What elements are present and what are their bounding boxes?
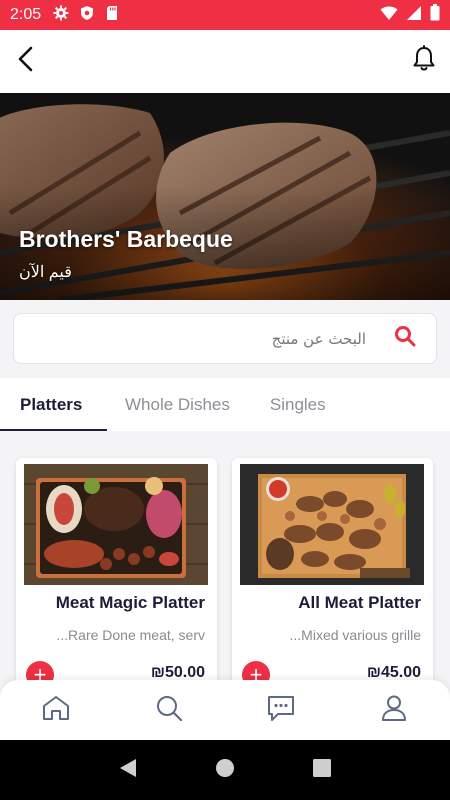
product-name: All Meat Platter (298, 593, 421, 612)
bell-icon[interactable] (412, 45, 436, 78)
product-name: Meat Magic Platter (55, 593, 205, 612)
product-image (240, 464, 424, 585)
product-image (24, 464, 208, 585)
search-icon (155, 694, 183, 727)
nav-search[interactable] (139, 686, 199, 734)
bottom-navigation (0, 680, 450, 740)
product-card[interactable]: Meat Magic Platter ...Rare Done meat, se… (16, 458, 217, 708)
tab-platters[interactable]: Platters (0, 378, 107, 431)
status-icons-right (380, 4, 440, 26)
restaurant-name: Brothers' Barbeque (19, 226, 233, 252)
sd-card-icon (105, 5, 119, 26)
status-icons-left (53, 5, 119, 26)
product-description: ...Rare Done meat, serv (56, 627, 205, 643)
chat-icon (266, 694, 296, 727)
status-time: 2:05 (10, 6, 42, 23)
system-navigation-bar (0, 740, 450, 800)
rate-now-link[interactable]: قيم الآن (19, 262, 72, 282)
settings-gear-icon (53, 5, 69, 26)
battery-icon (430, 4, 440, 26)
back-triangle-icon[interactable] (118, 757, 138, 784)
product-description: ...Mixed various grille (289, 627, 422, 643)
app-bar (0, 30, 450, 93)
wifi-icon (380, 5, 398, 26)
search-icon[interactable] (394, 325, 416, 352)
search-bar (13, 313, 437, 364)
home-circle-icon[interactable] (214, 757, 236, 784)
product-card[interactable]: All Meat Platter ...Mixed various grille… (232, 458, 433, 708)
signal-icon (406, 5, 422, 26)
search-input[interactable] (66, 329, 366, 348)
category-tabs: Platters Whole Dishes Singles (0, 378, 450, 431)
status-bar: 2:05 (0, 0, 450, 30)
home-icon (41, 694, 71, 727)
back-arrow-icon[interactable] (14, 44, 38, 79)
profile-icon (380, 694, 408, 727)
shield-icon (79, 5, 95, 26)
tab-singles[interactable]: Singles (250, 378, 346, 431)
recents-square-icon[interactable] (312, 758, 332, 783)
nav-messages[interactable] (251, 686, 311, 734)
nav-home[interactable] (26, 686, 86, 734)
tab-whole-dishes[interactable]: Whole Dishes (107, 378, 250, 431)
app-screen: 2:05 Brothers' Barbeque قيم الآن البحث ع… (0, 0, 450, 800)
nav-profile[interactable] (364, 686, 424, 734)
